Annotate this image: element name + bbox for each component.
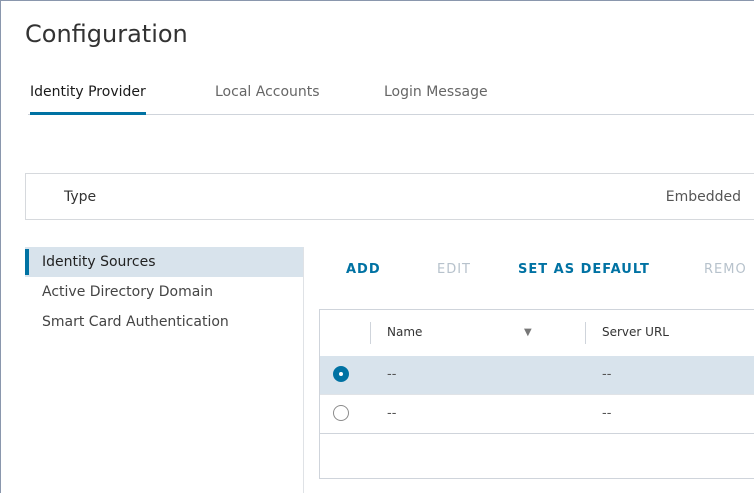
table-row[interactable]: -- --: [320, 395, 754, 434]
filter-icon[interactable]: ▼: [524, 327, 532, 338]
radio-empty-icon[interactable]: [333, 405, 349, 421]
tab-identity-provider[interactable]: Identity Provider: [30, 84, 146, 115]
column-divider: [370, 322, 371, 344]
set-as-default-button[interactable]: SET AS DEFAULT: [518, 262, 650, 277]
radio-selected-icon[interactable]: [333, 366, 349, 382]
grid-footer-divider: [320, 433, 754, 434]
type-label: Type: [64, 189, 97, 205]
nav-item-active-directory-domain[interactable]: Active Directory Domain: [25, 277, 304, 307]
page-title: Configuration: [25, 20, 188, 48]
type-value: Embedded: [665, 189, 741, 205]
edit-button[interactable]: EDIT: [437, 262, 471, 277]
tab-bar: Identity Provider Local Accounts Login M…: [28, 84, 754, 115]
add-button[interactable]: ADD: [346, 262, 381, 277]
cell-server-url: --: [602, 406, 612, 421]
type-summary-bar: Type Embedded: [25, 173, 754, 220]
grid-header: Name ▼ Server URL: [320, 310, 754, 357]
cell-name: --: [387, 406, 397, 421]
identity-sources-grid: Name ▼ Server URL -- -- -- --: [319, 309, 754, 479]
table-row[interactable]: -- --: [320, 356, 754, 395]
tab-local-accounts[interactable]: Local Accounts: [215, 84, 320, 112]
cell-name: --: [387, 367, 397, 382]
cell-server-url: --: [602, 367, 612, 382]
tab-login-message[interactable]: Login Message: [384, 84, 488, 112]
remove-button[interactable]: REMO: [704, 262, 747, 277]
column-header-server-url[interactable]: Server URL: [602, 325, 669, 339]
nav-divider: [303, 247, 304, 493]
column-divider: [585, 322, 586, 344]
column-header-name[interactable]: Name: [387, 325, 422, 339]
nav-item-smart-card-authentication[interactable]: Smart Card Authentication: [25, 307, 304, 337]
nav-item-identity-sources[interactable]: Identity Sources: [25, 247, 304, 277]
vertical-nav: Identity Sources Active Directory Domain…: [25, 247, 304, 337]
